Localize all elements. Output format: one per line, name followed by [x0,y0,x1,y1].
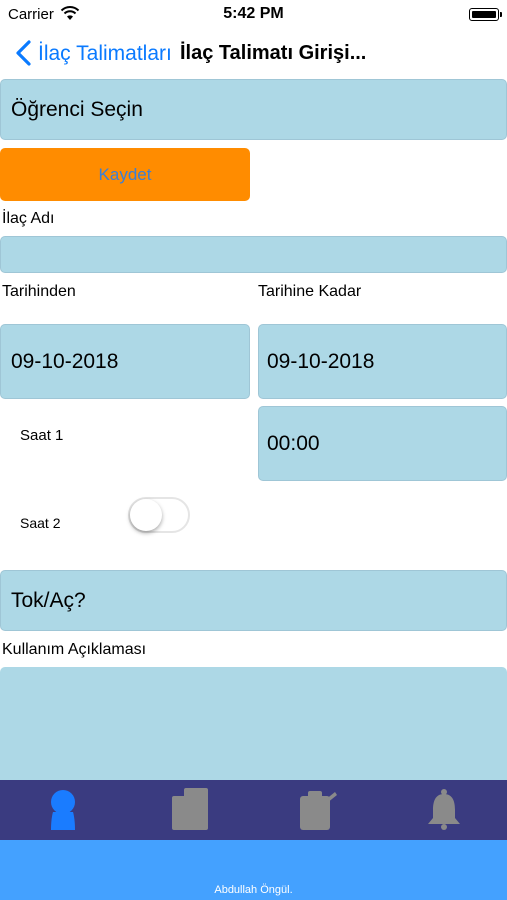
full-empty-select[interactable]: Tok/Aç? [0,570,507,631]
status-bar: Carrier 5:42 PM [0,0,507,30]
person-icon [51,790,75,830]
time2-toggle[interactable] [128,497,190,533]
full-empty-label: Tok/Aç? [11,589,86,612]
date-from-field[interactable]: 09-10-2018 [0,324,250,399]
page-title: İlaç Talimatı Girişi... [180,42,367,64]
clipboard-icon [300,791,337,830]
tab-profile[interactable] [0,780,126,840]
clock: 5:42 PM [223,5,284,22]
time1-value: 00:00 [267,432,320,455]
student-select[interactable]: Öğrenci Seçin [0,79,507,140]
back-button[interactable]: İlaç Talimatları [38,42,172,66]
footer-credit: Abdullah Öngül. [214,884,293,896]
date-from-value: 09-10-2018 [11,350,119,373]
date-to-field[interactable]: 09-10-2018 [258,324,507,399]
chevron-left-icon[interactable] [14,40,32,66]
tab-notifications[interactable] [381,780,507,840]
navigation-bar: İlaç Talimatları İlaç Talimatı Girişi... [0,30,507,76]
usage-description-textarea[interactable] [0,667,507,780]
drug-name-input[interactable] [0,236,507,273]
date-from-label: Tarihinden [2,283,76,300]
time1-field[interactable]: 00:00 [258,406,507,481]
date-to-value: 09-10-2018 [267,350,375,373]
battery-icon [469,8,502,21]
footer: Abdullah Öngül. [0,840,507,900]
bell-icon [428,789,460,830]
usage-description-label: Kullanım Açıklaması [2,641,147,658]
time2-label: Saat 2 [20,515,61,531]
drug-name-label: İlaç Adı [2,210,55,227]
toggle-knob [130,499,162,531]
student-select-label: Öğrenci Seçin [11,98,143,121]
document-icon [172,788,208,830]
time1-label: Saat 1 [20,427,64,444]
tab-bar [0,780,507,840]
date-to-label: Tarihine Kadar [258,283,362,300]
tab-clipboard[interactable] [254,780,380,840]
tab-documents[interactable] [127,780,253,840]
save-button[interactable]: Kaydet [0,148,250,201]
